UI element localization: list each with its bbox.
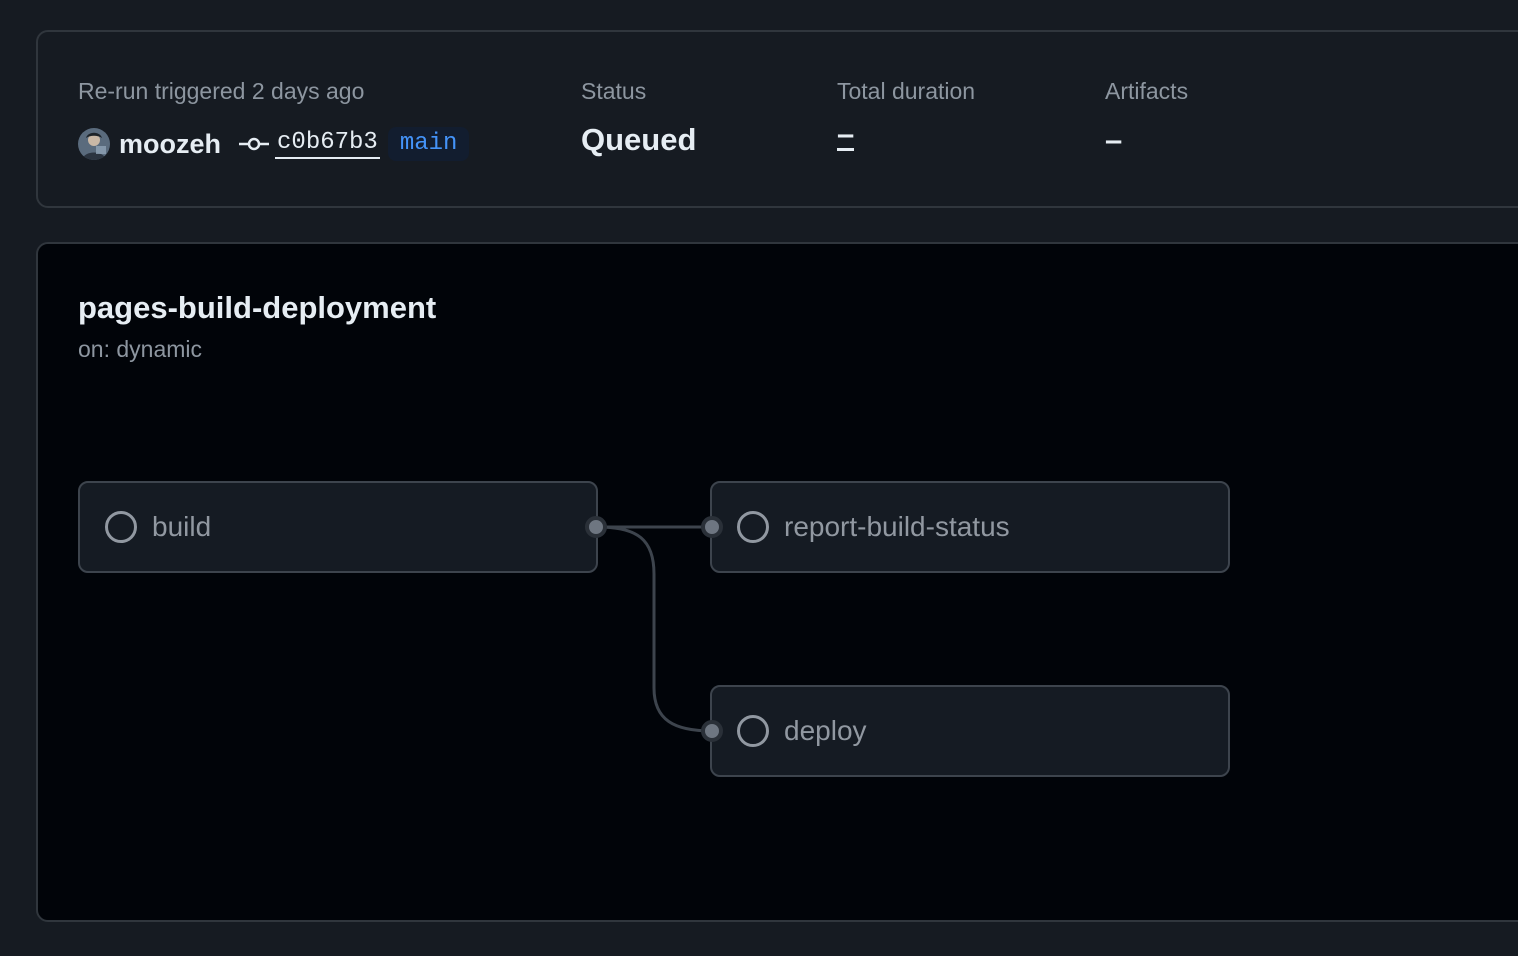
job-build[interactable]: build: [78, 481, 598, 573]
duration-column: Total duration –: [837, 76, 975, 151]
trigger-label: Re-run triggered 2 days ago: [78, 78, 365, 104]
avatar[interactable]: [78, 128, 110, 160]
workflow-graph-card: pages-build-deployment on: dynamic build…: [36, 242, 1518, 922]
branch-badge[interactable]: main: [387, 127, 470, 161]
actor-username[interactable]: moozeh: [119, 129, 221, 160]
job-report-build-status[interactable]: report-build-status: [710, 481, 1230, 573]
status-label: Status: [581, 78, 647, 104]
trigger-details: moozeh c0b67b3 main: [78, 126, 470, 162]
status-value: Queued: [581, 122, 697, 157]
duration-value[interactable]: –: [837, 118, 855, 151]
artifacts-column: Artifacts –: [1105, 76, 1188, 160]
workflow-title: pages-build-deployment: [78, 290, 437, 325]
deploy-input-port: [701, 720, 723, 742]
artifacts-value: –: [1105, 122, 1123, 157]
job-name: report-build-status: [784, 511, 1010, 542]
status-column: Status Queued: [581, 76, 696, 160]
trigger-column: Re-run triggered 2 days ago: [78, 76, 364, 106]
git-commit-icon: [239, 137, 270, 151]
workflow-trigger: on: dynamic: [78, 336, 203, 362]
commit-sha-link[interactable]: c0b67b3: [275, 129, 380, 159]
duration-label: Total duration: [837, 78, 976, 104]
edge-build-to-deploy: [597, 525, 713, 733]
job-name: build: [152, 511, 212, 542]
job-dependency-edges: [597, 525, 713, 733]
job-name: deploy: [784, 715, 867, 746]
circle-outline-icon: [105, 511, 137, 543]
circle-outline-icon: [737, 511, 769, 543]
job-deploy[interactable]: deploy: [710, 685, 1230, 777]
artifacts-label: Artifacts: [1105, 78, 1189, 104]
report-build-status-input-port: [701, 516, 723, 538]
build-output-port: [585, 516, 607, 538]
run-summary-card: Re-run triggered 2 days ago moozeh c0b67…: [36, 30, 1518, 208]
circle-outline-icon: [737, 715, 769, 747]
